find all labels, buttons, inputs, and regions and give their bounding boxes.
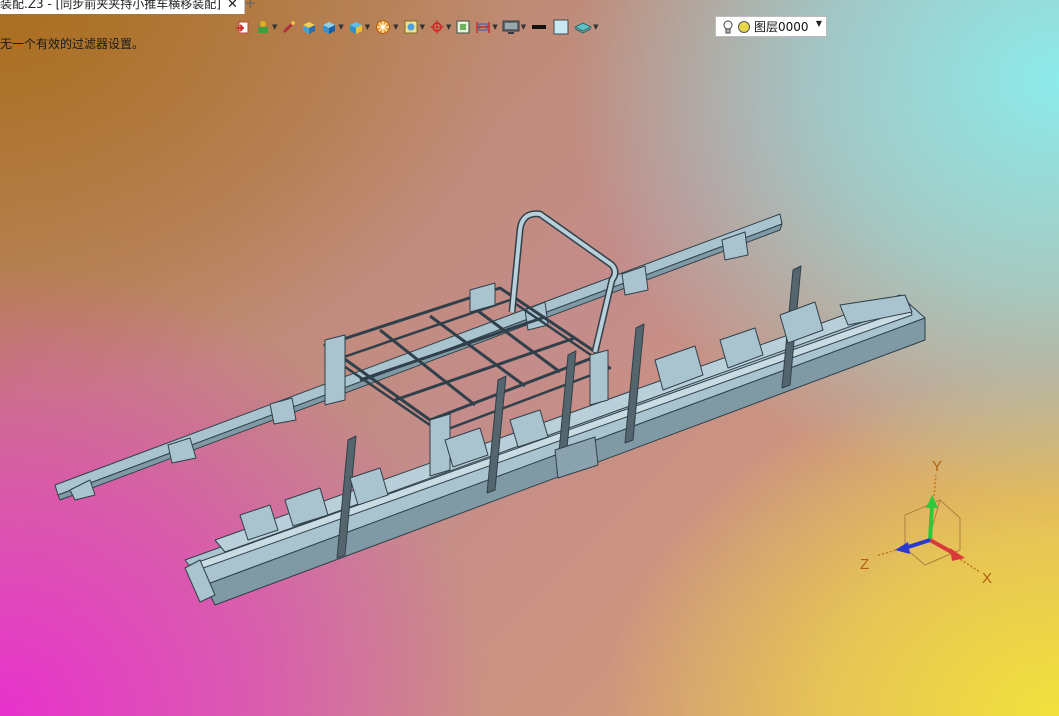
x-axis-label: X <box>982 570 992 587</box>
coordinate-triad: Y X Z <box>860 458 992 587</box>
y-axis-label: Y <box>932 458 942 475</box>
z-axis-label: Z <box>860 556 869 573</box>
